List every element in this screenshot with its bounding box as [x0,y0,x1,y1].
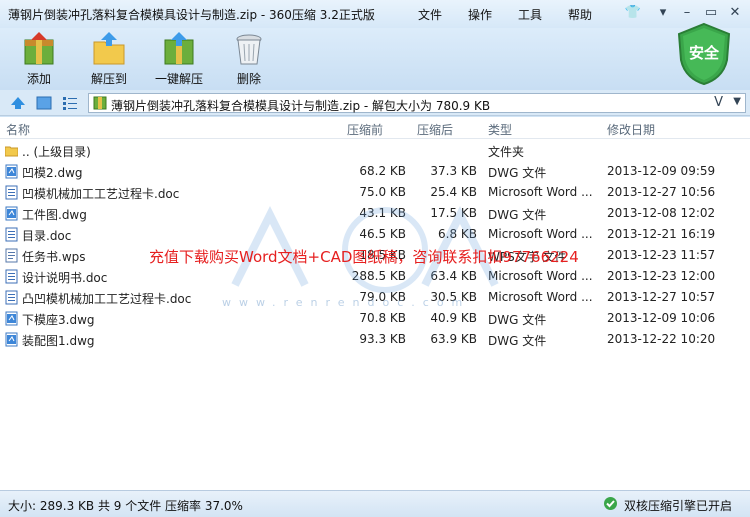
menu-tools[interactable]: 工具 [518,6,542,23]
maximize-button[interactable]: ▭ [700,4,722,22]
column-type[interactable]: 类型 [488,121,512,138]
file-name: 目录.doc [22,229,72,243]
security-shield[interactable]: 安全 [676,22,732,86]
add-button[interactable]: 添加 [4,32,74,88]
window-title: 薄钢片倒装冲孔落料复合模模具设计与制造.zip - 360压缩 3.2正式版 [8,8,375,22]
file-type: 文件夹 [488,145,525,159]
one-click-extract-button[interactable]: 一键解压 [144,32,214,88]
file-modified: 2013-12-27 10:56 [607,185,716,199]
doc-icon [5,227,18,242]
file-packed-size: 70.8 KB [359,311,406,325]
trash-icon [236,34,262,65]
delete-button[interactable]: 删除 [214,32,284,88]
column-name[interactable]: 名称 [6,121,30,138]
dwg-icon [5,164,18,179]
folder-icon [4,143,19,158]
file-unpacked-size: 25.4 KB [430,185,477,199]
skin-icon[interactable]: 👕 [622,4,644,22]
file-packed-size: 93.3 KB [359,332,406,346]
wps-icon [5,248,18,263]
file-row[interactable]: .. (上级目录) 文件夹 [0,140,750,161]
address-path: 薄钢片倒装冲孔落料复合模模具设计与制造.zip - 解包大小为 780.9 KB [111,99,491,113]
add-archive-icon [24,32,54,65]
promo-banner: 充值下载购买Word文档+CAD图纸稿，咨询联系扣扣97766224 [149,248,579,266]
address-bar: 薄钢片倒装冲孔落料复合模模具设计与制造.zip - 解包大小为 780.9 KB… [0,90,750,116]
file-modified: 2013-12-27 10:57 [607,290,716,304]
toolbar: 添加 解压到 一键解压 删除 [0,28,750,90]
engine-status-icon [604,497,617,510]
column-unpacked[interactable]: 压缩后 [417,121,453,138]
file-name: 任务书.wps [22,250,86,264]
file-modified: 2013-12-23 11:57 [607,248,716,262]
file-row[interactable]: 下模座3.dwg 70.8 KB 40.9 KB DWG 文件 2013-12-09 1… [0,308,750,329]
extract-to-label: 解压到 [90,72,127,86]
file-packed-size: 68.2 KB [359,164,406,178]
doc-icon [5,185,18,200]
close-button[interactable]: ✕ [724,4,746,22]
file-type: DWG 文件 [488,313,547,327]
chevron-down-icon[interactable]: ▼ [733,96,741,107]
menu-help[interactable]: 帮助 [568,6,592,23]
add-label: 添加 [26,72,51,86]
address-v-button[interactable]: V [714,95,723,110]
file-type: DWG 文件 [488,334,547,348]
column-packed[interactable]: 压缩前 [347,121,383,138]
file-unpacked-size: 40.9 KB [430,311,477,325]
file-modified: 2013-12-21 16:19 [607,227,716,241]
extract-to-button[interactable]: 解压到 [74,32,144,88]
file-name: .. (上级目录) [22,145,91,159]
column-modified[interactable]: 修改日期 [607,121,655,138]
one-click-extract-icon [164,32,194,65]
thumbnail-view-icon[interactable] [36,95,52,111]
status-bar: 大小: 289.3 KB 共 9 个文件 压缩率 37.0% 双核压缩引擎已开启 [0,490,750,517]
list-header: 名称 压缩前 压缩后 类型 修改日期 [0,117,750,139]
file-modified: 2013-12-09 09:59 [607,164,716,178]
one-click-extract-label: 一键解压 [154,72,203,86]
menu-file[interactable]: 文件 [418,6,442,23]
menu-down-icon[interactable]: ▾ [652,4,674,22]
address-field[interactable]: 薄钢片倒装冲孔落料复合模模具设计与制造.zip - 解包大小为 780.9 KB… [88,93,746,113]
file-row[interactable]: 凹模2.dwg 68.2 KB 37.3 KB DWG 文件 2013-12-09 09… [0,161,750,182]
file-modified: 2013-12-08 12:02 [607,206,716,220]
file-name: 工件图.dwg [22,208,87,222]
file-name: 凹模机械加工工艺过程卡.doc [22,187,180,201]
status-summary: 大小: 289.3 KB 共 9 个文件 压缩率 37.0% [8,499,243,513]
engine-status: 双核压缩引擎已开启 [623,499,732,513]
extract-folder-icon [93,32,125,65]
security-label: 安全 [688,44,719,62]
title-bar: 薄钢片倒装冲孔落料复合模模具设计与制造.zip - 360压缩 3.2正式版 文… [0,0,750,28]
file-type: Microsoft Word ... [488,185,593,199]
file-modified: 2013-12-23 12:00 [607,269,716,283]
file-packed-size: 75.0 KB [359,185,406,199]
file-name: 下模座3.dwg [22,313,95,327]
up-arrow-icon[interactable] [10,95,26,111]
watermark-url: www.renrendoc.com [222,296,471,309]
file-row[interactable]: 凹模机械加工工艺过程卡.doc 75.0 KB 25.4 KB Microsoft W… [0,182,750,203]
doc-icon [5,269,18,284]
file-modified: 2013-12-22 10:20 [607,332,716,346]
file-type: DWG 文件 [488,166,547,180]
dwg-icon [5,311,18,326]
dwg-icon [5,332,18,347]
file-name: 装配图1.dwg [22,334,95,348]
menu-action[interactable]: 操作 [468,6,492,23]
list-view-icon[interactable] [62,95,78,111]
file-name: 凹模2.dwg [22,166,83,180]
file-name: 设计说明书.doc [22,271,108,285]
file-unpacked-size: 37.3 KB [430,164,477,178]
file-modified: 2013-12-09 10:06 [607,311,716,325]
doc-icon [5,290,18,305]
file-row[interactable]: 装配图1.dwg 93.3 KB 63.9 KB DWG 文件 2013-12-22 1… [0,329,750,350]
file-unpacked-size: 63.9 KB [430,332,477,346]
file-name: 凸凹模机械加工工艺过程卡.doc [22,292,192,306]
delete-label: 删除 [236,72,261,86]
zip-archive-icon [93,96,107,110]
minimize-button[interactable]: – [676,4,698,22]
dwg-icon [5,206,18,221]
